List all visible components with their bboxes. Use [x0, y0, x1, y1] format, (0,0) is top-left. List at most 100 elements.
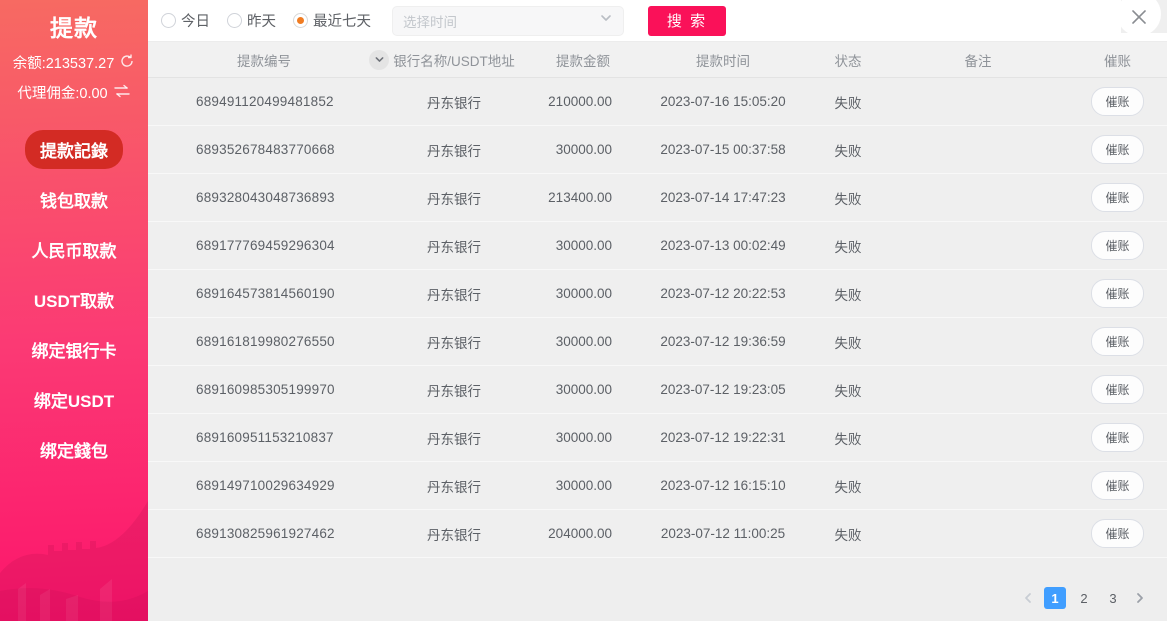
cell-amount: 30000.00 — [528, 334, 638, 349]
table-row: 689149710029634929 丹东银行 30000.00 2023-07… — [148, 462, 1167, 510]
remind-button[interactable]: 催账 — [1091, 231, 1143, 260]
cell-bank: 丹东银行 — [380, 380, 528, 400]
column-header-status: 状态 — [808, 50, 888, 70]
sidebar-menu: 提款記錄钱包取款人民币取款USDT取款绑定银行卡绑定USDT绑定錢包 — [0, 124, 148, 474]
cell-status: 失败 — [808, 524, 888, 544]
commission-label: 代理佣金:0.00 — [17, 82, 107, 103]
cell-amount: 30000.00 — [528, 238, 638, 253]
column-header-time: 提款时间 — [638, 50, 808, 70]
remind-button[interactable]: 催账 — [1091, 135, 1143, 164]
column-header-withdraw-id: 提款编号 — [148, 50, 380, 70]
cell-bank: 丹东银行 — [380, 140, 528, 160]
radio-yesterday[interactable]: 昨天 — [227, 10, 276, 31]
sidebar-item-bind-usdt: 绑定USDT — [0, 374, 148, 424]
balance-label: 余额:213537.27 — [13, 52, 115, 73]
page-title: 提款 — [0, 0, 148, 43]
cell-withdraw-id: 689149710029634929 — [148, 478, 380, 493]
radio-last7days[interactable]: 最近七天 — [293, 10, 371, 31]
cell-withdraw-id: 689130825961927462 — [148, 526, 380, 541]
cell-time: 2023-07-15 00:37:58 — [638, 142, 808, 157]
table-body: 689491120499481852 丹东银行 210000.00 2023-0… — [148, 78, 1167, 558]
cell-bank: 丹东银行 — [380, 524, 528, 544]
remind-button[interactable]: 催账 — [1091, 87, 1143, 116]
cell-status: 失败 — [808, 284, 888, 304]
cell-status: 失败 — [808, 92, 888, 112]
refresh-icon[interactable] — [119, 53, 135, 73]
cell-status: 失败 — [808, 476, 888, 496]
cell-time: 2023-07-13 00:02:49 — [638, 238, 808, 253]
sidebar-item-bind-bank-card: 绑定银行卡 — [0, 324, 148, 374]
prev-page-icon[interactable] — [1019, 587, 1037, 609]
cell-time: 2023-07-12 19:22:31 — [638, 430, 808, 445]
radio-dot-icon[interactable] — [161, 13, 176, 28]
radio-dot-icon[interactable] — [227, 13, 242, 28]
remind-button[interactable]: 催账 — [1091, 519, 1143, 548]
exchange-icon[interactable] — [113, 84, 131, 102]
balance-row: 余额:213537.27 — [0, 52, 148, 73]
cell-bank: 丹东银行 — [380, 284, 528, 304]
sidebar-item-usdt-withdraw: USDT取款 — [0, 274, 148, 324]
main-panel: 今日 昨天 最近七天 选择时间 搜 索 提款编号 — [148, 0, 1167, 621]
cell-amount: 213400.00 — [528, 190, 638, 205]
next-page-icon[interactable] — [1131, 587, 1149, 609]
cell-time: 2023-07-12 19:36:59 — [638, 334, 808, 349]
search-button[interactable]: 搜 索 — [648, 6, 726, 36]
cell-status: 失败 — [808, 188, 888, 208]
close-icon — [1130, 8, 1148, 26]
cell-status: 失败 — [808, 236, 888, 256]
table-row: 689160985305199970 丹东银行 30000.00 2023-07… — [148, 366, 1167, 414]
radio-dot-icon[interactable] — [293, 13, 308, 28]
table-row: 689177769459296304 丹东银行 30000.00 2023-07… — [148, 222, 1167, 270]
cell-bank: 丹东银行 — [380, 428, 528, 448]
remind-button[interactable]: 催账 — [1091, 327, 1143, 356]
cell-time: 2023-07-14 17:47:23 — [638, 190, 808, 205]
cell-withdraw-id: 689352678483770668 — [148, 142, 380, 157]
remind-button[interactable]: 催账 — [1091, 423, 1143, 452]
cell-time: 2023-07-16 15:05:20 — [638, 94, 808, 109]
page-list: 123 — [1044, 587, 1124, 609]
cell-amount: 30000.00 — [528, 478, 638, 493]
pagination: 123 — [1019, 587, 1149, 609]
cell-status: 失败 — [808, 380, 888, 400]
cell-bank: 丹东银行 — [380, 332, 528, 352]
page-button-3[interactable]: 3 — [1102, 587, 1124, 609]
sidebar-item-rmb-withdraw: 人民币取款 — [0, 224, 148, 274]
sidebar: 提款 余额:213537.27 代理佣金:0.00 提款記錄钱包取款人民币取款U… — [0, 0, 148, 621]
sidebar-item-bind-wallet: 绑定錢包 — [0, 424, 148, 474]
great-wall-watermark — [0, 471, 148, 621]
page-button-1[interactable]: 1 — [1044, 587, 1066, 609]
cell-amount: 30000.00 — [528, 286, 638, 301]
cell-time: 2023-07-12 19:23:05 — [638, 382, 808, 397]
radio-group: 今日 昨天 最近七天 — [161, 10, 371, 31]
chevron-down-icon — [599, 11, 613, 30]
table-row: 689352678483770668 丹东银行 30000.00 2023-07… — [148, 126, 1167, 174]
date-select-placeholder: 选择时间 — [403, 11, 457, 31]
remind-button[interactable]: 催账 — [1091, 279, 1143, 308]
date-range-select[interactable]: 选择时间 — [392, 6, 624, 36]
column-header-remind: 催账 — [1068, 50, 1167, 70]
cell-amount: 30000.00 — [528, 382, 638, 397]
sidebar-item-wallet-withdraw: 钱包取款 — [0, 174, 148, 224]
remind-button[interactable]: 催账 — [1091, 471, 1143, 500]
cell-withdraw-id: 689164573814560190 — [148, 286, 380, 301]
cell-withdraw-id: 689177769459296304 — [148, 238, 380, 253]
cell-withdraw-id: 689161819980276550 — [148, 334, 380, 349]
cell-time: 2023-07-12 16:15:10 — [638, 478, 808, 493]
cell-bank: 丹东银行 — [380, 92, 528, 112]
radio-today[interactable]: 今日 — [161, 10, 210, 31]
remind-button[interactable]: 催账 — [1091, 375, 1143, 404]
remind-button[interactable]: 催账 — [1091, 183, 1143, 212]
table-row: 689491120499481852 丹东银行 210000.00 2023-0… — [148, 78, 1167, 126]
column-header-bank: 银行名称/USDT地址 — [380, 50, 528, 70]
table-row: 689328043048736893 丹东银行 213400.00 2023-0… — [148, 174, 1167, 222]
table-row: 689161819980276550 丹东银行 30000.00 2023-07… — [148, 318, 1167, 366]
filter-bar: 今日 昨天 最近七天 选择时间 搜 索 — [148, 0, 1167, 42]
column-header-note: 备注 — [888, 50, 1068, 70]
column-header-amount: 提款金额 — [528, 50, 638, 70]
cell-amount: 30000.00 — [528, 142, 638, 157]
cell-withdraw-id: 689328043048736893 — [148, 190, 380, 205]
cell-amount: 30000.00 — [528, 430, 638, 445]
cell-amount: 204000.00 — [528, 526, 638, 541]
cell-withdraw-id: 689160985305199970 — [148, 382, 380, 397]
page-button-2[interactable]: 2 — [1073, 587, 1095, 609]
